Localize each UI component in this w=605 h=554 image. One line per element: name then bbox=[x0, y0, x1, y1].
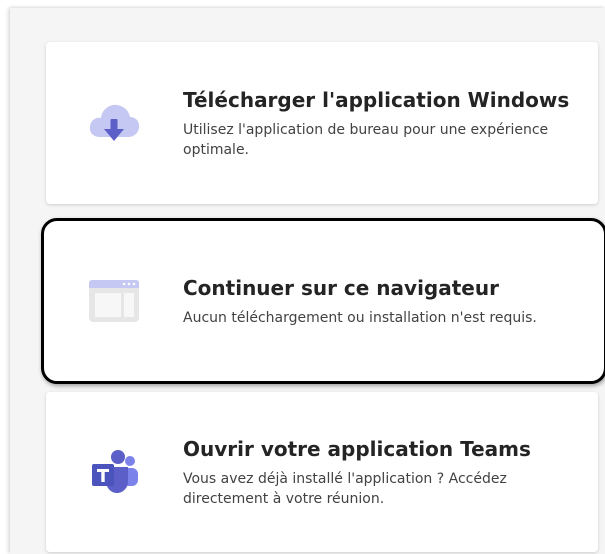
cloud-download-icon bbox=[89, 104, 140, 141]
download-windows-app-option[interactable]: Télécharger l'application Windows Utilis… bbox=[46, 42, 598, 204]
option-description: Utilisez l'application de bureau pour un… bbox=[183, 122, 549, 158]
options-panel: Télécharger l'application Windows Utilis… bbox=[10, 8, 605, 554]
option-description: Aucun téléchargement ou installation n'e… bbox=[183, 310, 537, 326]
teams-logo-icon bbox=[92, 450, 138, 493]
option-title: Ouvrir votre application Teams bbox=[183, 437, 531, 461]
option-description: Vous avez déjà installé l'application ? … bbox=[183, 471, 507, 507]
browser-window-icon bbox=[89, 280, 139, 322]
open-teams-app-option[interactable]: Ouvrir votre application Teams Vous avez… bbox=[46, 392, 598, 552]
option-title: Télécharger l'application Windows bbox=[183, 88, 570, 112]
continue-in-browser-option[interactable]: Continuer sur ce navigateur Aucun téléch… bbox=[41, 218, 605, 384]
option-title: Continuer sur ce navigateur bbox=[183, 276, 499, 300]
